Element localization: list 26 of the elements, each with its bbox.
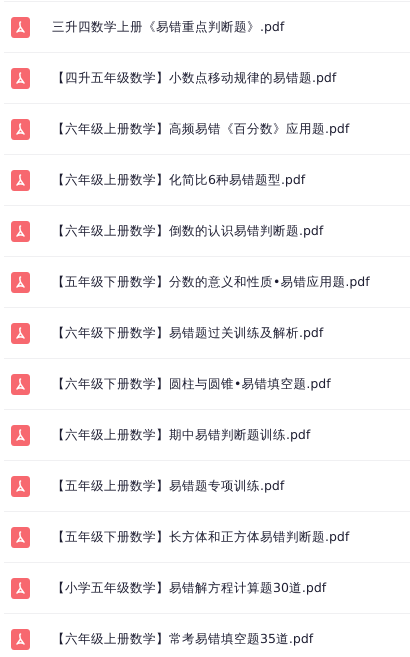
pdf-file-icon bbox=[11, 526, 30, 548]
pdf-file-icon bbox=[11, 170, 30, 190]
file-name[interactable]: 【六年级上册数学】常考易错填空题35道.pdf bbox=[52, 630, 314, 648]
file-name[interactable]: 【六年级上册数学】期中易错判断题训练.pdf bbox=[52, 426, 310, 444]
pdf-file-icon bbox=[11, 424, 30, 446]
file-name[interactable]: 【六年级下册数学】圆柱与圆锥•易错填空题.pdf bbox=[52, 376, 331, 392]
file-name[interactable]: 【小学五年级数学】易错解方程计算题30道.pdf bbox=[52, 580, 326, 596]
pdf-file-icon bbox=[11, 118, 30, 140]
pdf-file-icon bbox=[11, 476, 30, 496]
pdf-file-icon bbox=[11, 578, 30, 598]
pdf-file-icon bbox=[11, 322, 30, 344]
file-name[interactable]: 【六年级上册数学】化简比6种易错题型.pdf bbox=[52, 172, 306, 188]
file-name[interactable]: 【五年级上册数学】易错题专项训练.pdf bbox=[52, 478, 284, 494]
pdf-file-icon bbox=[11, 374, 30, 394]
pdf-file-icon bbox=[11, 68, 30, 88]
file-name[interactable]: 【四升五年级数学】小数点移动规律的易错题.pdf bbox=[52, 70, 336, 86]
file-name[interactable]: 【五年级下册数学】分数的意义和性质•易错应用题.pdf bbox=[52, 274, 370, 290]
pdf-file-icon bbox=[11, 272, 30, 292]
file-name[interactable]: 三升四数学上册《易错重点判断题》.pdf bbox=[52, 18, 284, 36]
file-name[interactable]: 【六年级下册数学】易错题过关训练及解析.pdf bbox=[52, 324, 324, 342]
file-name[interactable]: 【六年级上册数学】倒数的认识易错判断题.pdf bbox=[52, 222, 324, 240]
file-name[interactable]: 【六年级上册数学】高频易错《百分数》应用题.pdf bbox=[52, 120, 350, 138]
pdf-file-icon bbox=[11, 220, 30, 242]
pdf-file-icon bbox=[11, 628, 30, 650]
file-name[interactable]: 【五年级下册数学】长方体和正方体易错判断题.pdf bbox=[52, 528, 350, 546]
pdf-file-icon bbox=[11, 16, 30, 38]
